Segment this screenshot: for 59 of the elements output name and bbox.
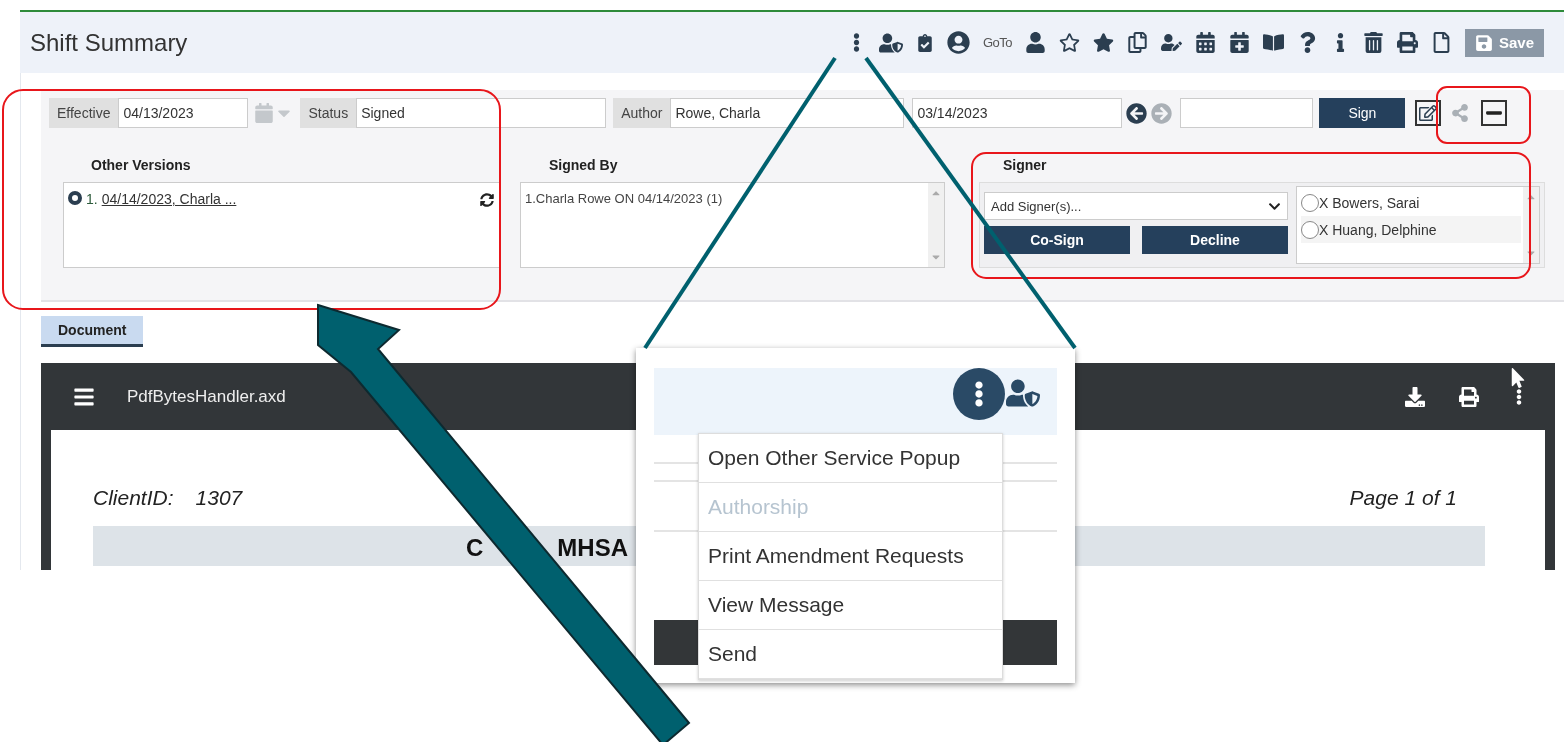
file-name: PdfBytesHandler.axd — [127, 386, 286, 407]
text-field[interactable] — [1180, 98, 1314, 128]
sign-button[interactable]: Sign — [1319, 98, 1406, 128]
print-icon[interactable] — [1459, 386, 1479, 407]
effective-date-field[interactable]: 04/13/2023 — [118, 98, 249, 128]
document-title: C — [466, 534, 484, 563]
clipboard-check-icon[interactable] — [915, 33, 934, 52]
copy-icon[interactable] — [1126, 32, 1148, 53]
signer-name: X Bowers, Sarai — [1319, 194, 1420, 211]
signed-by-entry: 1.Charla Rowe ON 04/14/2023 (1) — [525, 191, 723, 208]
co-sign-button[interactable]: Co-Sign — [984, 226, 1130, 254]
user-shield-icon[interactable] — [878, 30, 903, 55]
trash-icon[interactable] — [1362, 32, 1384, 53]
field-label: Author — [613, 98, 671, 128]
document-tab[interactable]: Document — [41, 316, 144, 347]
calendar-icon[interactable] — [1194, 32, 1216, 53]
section-heading: Signed By — [549, 157, 619, 174]
menu-item[interactable]: Open Other Service Popup — [699, 434, 1002, 483]
page-number: Page 1 of 1 — [1349, 486, 1457, 510]
document-title: MHSA — [557, 534, 628, 563]
signer-radio[interactable] — [1301, 220, 1319, 239]
user-shield-icon[interactable] — [1006, 376, 1040, 410]
menu-item[interactable]: Send — [699, 630, 1002, 679]
section-heading: Other Versions — [91, 157, 192, 174]
decline-button[interactable]: Decline — [1142, 226, 1288, 254]
user-icon[interactable] — [1024, 32, 1046, 53]
user-edit-icon[interactable] — [1160, 32, 1182, 53]
version-radio[interactable] — [68, 191, 82, 205]
client-id-label: ClientID: — [93, 486, 174, 510]
print-icon[interactable] — [1396, 32, 1418, 53]
save-icon — [1474, 33, 1493, 52]
background-block — [1001, 620, 1057, 665]
previous-icon[interactable] — [1126, 102, 1148, 124]
version-number: 1. — [86, 191, 98, 209]
status-field[interactable]: Signed — [356, 98, 607, 128]
signer-radio[interactable] — [1301, 193, 1319, 212]
star-outline-icon[interactable] — [1058, 32, 1080, 53]
calendar-plus-icon[interactable] — [1228, 32, 1250, 53]
author-field[interactable]: Rowe, Charla — [670, 98, 905, 128]
background-block — [654, 620, 698, 665]
version-link[interactable]: 04/14/2023, Charla ... — [101, 191, 237, 259]
download-icon[interactable] — [1405, 386, 1425, 407]
collapse-icon[interactable] — [1481, 100, 1508, 126]
book-icon[interactable] — [1262, 32, 1284, 53]
goto-link[interactable]: GoTo — [982, 35, 1012, 50]
add-signer-dropdown[interactable]: Add Signer(s)... — [984, 192, 1288, 220]
field-label: Effective — [49, 98, 119, 128]
page-title: Shift Summary — [30, 28, 188, 57]
section-heading: Signer — [1003, 157, 1048, 174]
refresh-icon[interactable] — [480, 193, 494, 207]
star-icon[interactable] — [1092, 32, 1114, 53]
field-label: Status — [300, 98, 357, 128]
menu-item[interactable]: Print Amendment Requests — [699, 532, 1002, 581]
date-field[interactable]: 03/14/2023 — [912, 98, 1123, 128]
signer-name: X Huang, Delphine — [1319, 221, 1437, 238]
menu-item[interactable]: View Message — [699, 581, 1002, 630]
kebab-menu-icon[interactable] — [953, 368, 1005, 420]
edit-icon[interactable] — [1415, 100, 1442, 126]
client-id: 1307 — [195, 486, 243, 510]
